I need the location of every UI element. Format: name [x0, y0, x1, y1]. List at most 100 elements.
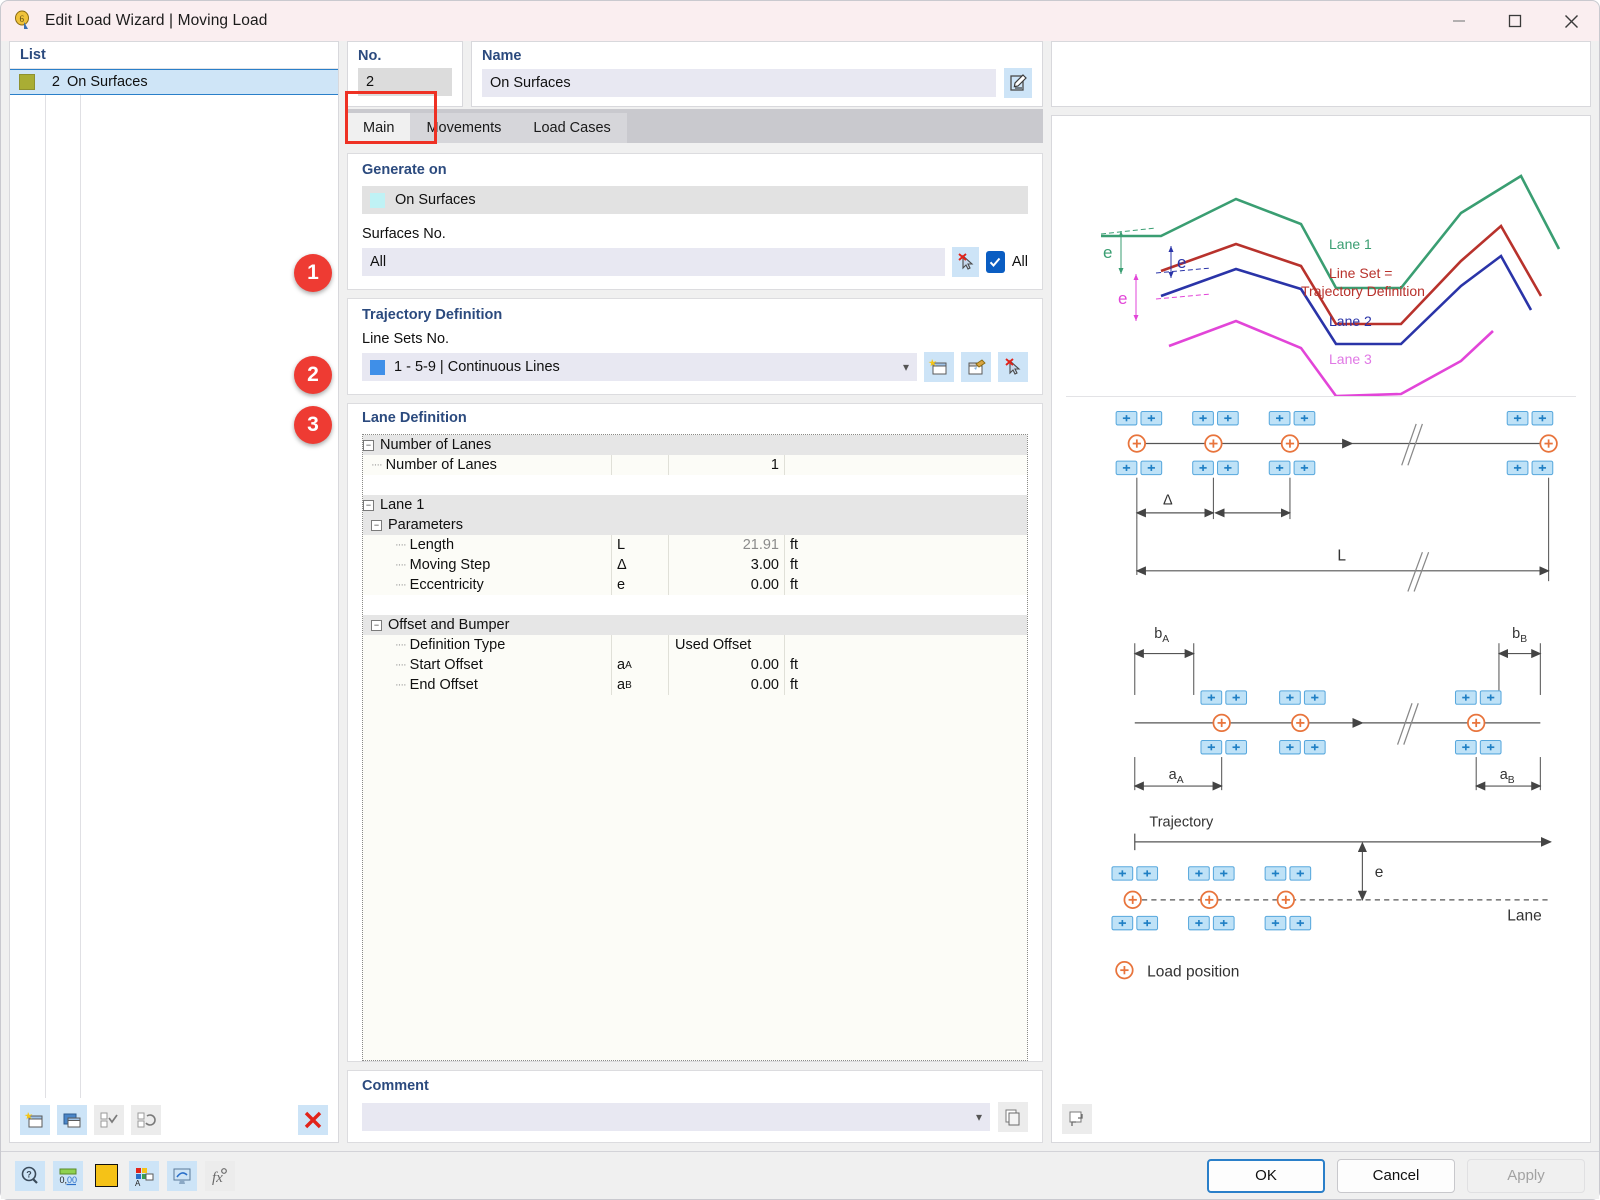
- table-row[interactable]: ···· Eccentricity e 0.00 ft: [363, 575, 1027, 595]
- tree-line-icon: ····: [395, 539, 407, 551]
- trajectory-definition-group: Trajectory Definition Line Sets No. 1 - …: [347, 298, 1043, 395]
- table-row[interactable]: ···· Moving Step Δ 3.00 ft: [363, 555, 1027, 575]
- list-item[interactable]: 2 On Surfaces: [10, 69, 338, 95]
- table-group-row[interactable]: − Offset and Bumper: [363, 615, 1027, 635]
- ok-button[interactable]: OK: [1207, 1158, 1325, 1193]
- lane-label: Lane: [1507, 908, 1541, 925]
- table-row-value[interactable]: 1: [668, 455, 784, 475]
- table-row[interactable]: ···· End Offset a B 0.00 ft: [363, 675, 1027, 695]
- table-row[interactable]: ···· Length L 21.91 ft: [363, 535, 1027, 555]
- table-row-value[interactable]: 0.00: [668, 575, 784, 595]
- help-button[interactable]: ?: [15, 1160, 45, 1191]
- tree-line-icon: ····: [395, 659, 407, 671]
- right-panel: e e e Lane 1 Line Set = Trajectory Defin…: [1051, 41, 1591, 1143]
- lane2-label: Lane 2: [1329, 313, 1372, 329]
- tab-movements[interactable]: Movements: [410, 113, 518, 143]
- table-row-fill: [874, 675, 1027, 695]
- delete-item-button[interactable]: [298, 1105, 328, 1135]
- annotation-badge-3: 3: [294, 406, 332, 444]
- units-button[interactable]: 0, 00: [53, 1160, 83, 1191]
- aB-label: aB: [1500, 767, 1515, 786]
- table-row-unit: ft: [784, 655, 874, 675]
- load-position-legend-label: Load position: [1147, 963, 1239, 980]
- collapse-toggle-icon[interactable]: −: [363, 499, 374, 511]
- cancel-button[interactable]: Cancel: [1337, 1158, 1455, 1193]
- display-properties-button[interactable]: A: [129, 1160, 159, 1191]
- list-panel: List 2 On Surfaces: [9, 41, 339, 1143]
- table-row-unit: ft: [784, 575, 874, 595]
- table-row-fill: [874, 455, 1027, 475]
- select-surfaces-graphically-button[interactable]: [952, 247, 979, 277]
- new-item-button[interactable]: [20, 1105, 50, 1135]
- table-row-symbol: [611, 455, 668, 475]
- lane-definition-title: Lane Definition: [362, 410, 467, 426]
- list-column-divider: [80, 69, 81, 1098]
- list-column-divider: [45, 69, 46, 1098]
- surfaces-no-input[interactable]: All: [362, 248, 946, 276]
- table-row-value[interactable]: Used Offset: [668, 635, 784, 655]
- tree-line-icon: ····: [395, 579, 407, 591]
- table-row[interactable]: ···· Definition Type Used Offset: [363, 635, 1027, 655]
- lane-definition-table[interactable]: − Number of Lanes ···· Number of Lanes 1 − Lan…: [362, 434, 1028, 1061]
- table-row-value[interactable]: 0.00: [668, 655, 784, 675]
- offset-bumper-diagram: bA bB aA aB: [1133, 626, 1542, 791]
- comment-label: Comment: [362, 1078, 429, 1094]
- table-row-symbol: [611, 635, 668, 655]
- bB-label: bB: [1512, 626, 1527, 645]
- number-input[interactable]: 2: [358, 68, 452, 96]
- table-group-row[interactable]: − Parameters: [363, 515, 1027, 535]
- table-row-symbol: aA: [611, 655, 668, 675]
- name-input[interactable]: On Surfaces: [482, 69, 997, 97]
- table-row-symbol: L: [611, 535, 668, 555]
- edit-name-button[interactable]: [1004, 68, 1032, 98]
- all-surfaces-checkbox[interactable]: [985, 251, 1005, 273]
- table-row-fill: [874, 555, 1027, 575]
- copy-comment-button[interactable]: [998, 1102, 1028, 1132]
- apply-button[interactable]: Apply: [1467, 1158, 1585, 1193]
- table-row[interactable]: ···· Start Offset a A 0.00 ft: [363, 655, 1027, 675]
- edit-line-set-button[interactable]: [961, 352, 991, 382]
- minimize-button[interactable]: [1431, 1, 1487, 41]
- tree-line-icon: ····: [395, 679, 407, 691]
- collapse-toggle-icon[interactable]: −: [371, 619, 382, 631]
- copy-item-button[interactable]: [57, 1105, 87, 1135]
- table-row-label: ···· End Offset: [395, 677, 478, 693]
- maximize-button[interactable]: [1487, 1, 1543, 41]
- list-body: 2 On Surfaces: [10, 69, 338, 1098]
- line-sets-no-select[interactable]: 1 - 5-9 | Continuous Lines ▾: [362, 353, 917, 381]
- comment-input[interactable]: ▾: [362, 1103, 990, 1131]
- annotation-badge-2: 2: [294, 356, 332, 394]
- visibility-button[interactable]: [167, 1160, 197, 1191]
- table-row-value[interactable]: 21.91: [668, 535, 784, 555]
- table-group-row[interactable]: − Number of Lanes: [363, 435, 1027, 455]
- table-row-unit: [784, 455, 874, 475]
- color-button[interactable]: [91, 1161, 121, 1191]
- close-button[interactable]: [1543, 1, 1599, 41]
- table-group-row[interactable]: − Lane 1: [363, 495, 1027, 515]
- table-row-fill: [874, 575, 1027, 595]
- collapse-toggle-icon[interactable]: −: [371, 519, 382, 531]
- number-label: No.: [358, 48, 382, 64]
- surfaces-no-label: Surfaces No.: [362, 226, 446, 242]
- new-line-set-button[interactable]: [924, 352, 954, 382]
- invert-selection-button[interactable]: [131, 1105, 161, 1135]
- tab-bar: Main Movements Load Cases: [345, 91, 1043, 144]
- select-all-button[interactable]: [94, 1105, 124, 1135]
- tab-main[interactable]: Main: [347, 113, 411, 143]
- tab-load-cases[interactable]: Load Cases: [517, 113, 627, 143]
- list-item-number: 2: [51, 74, 60, 90]
- table-row[interactable]: ···· Number of Lanes 1: [363, 455, 1027, 475]
- name-field-group: Name On Surfaces: [471, 41, 1043, 107]
- table-row-value[interactable]: 3.00: [668, 555, 784, 575]
- length-label: L: [1337, 547, 1346, 564]
- table-row-fill: [874, 535, 1027, 555]
- collapse-toggle-icon[interactable]: −: [363, 439, 374, 451]
- table-row-value[interactable]: 0.00: [668, 675, 784, 695]
- formula-button[interactable]: fx: [205, 1160, 235, 1191]
- bA-label: bA: [1154, 626, 1169, 645]
- select-line-set-graphically-button[interactable]: [998, 352, 1028, 382]
- edit-load-wizard-window: 6 Edit Load Wizard | Moving Load List 2 …: [0, 0, 1600, 1200]
- table-row-fill: [874, 655, 1027, 675]
- all-surfaces-label: All: [1011, 254, 1028, 270]
- figure-options-button[interactable]: [1062, 1104, 1092, 1134]
